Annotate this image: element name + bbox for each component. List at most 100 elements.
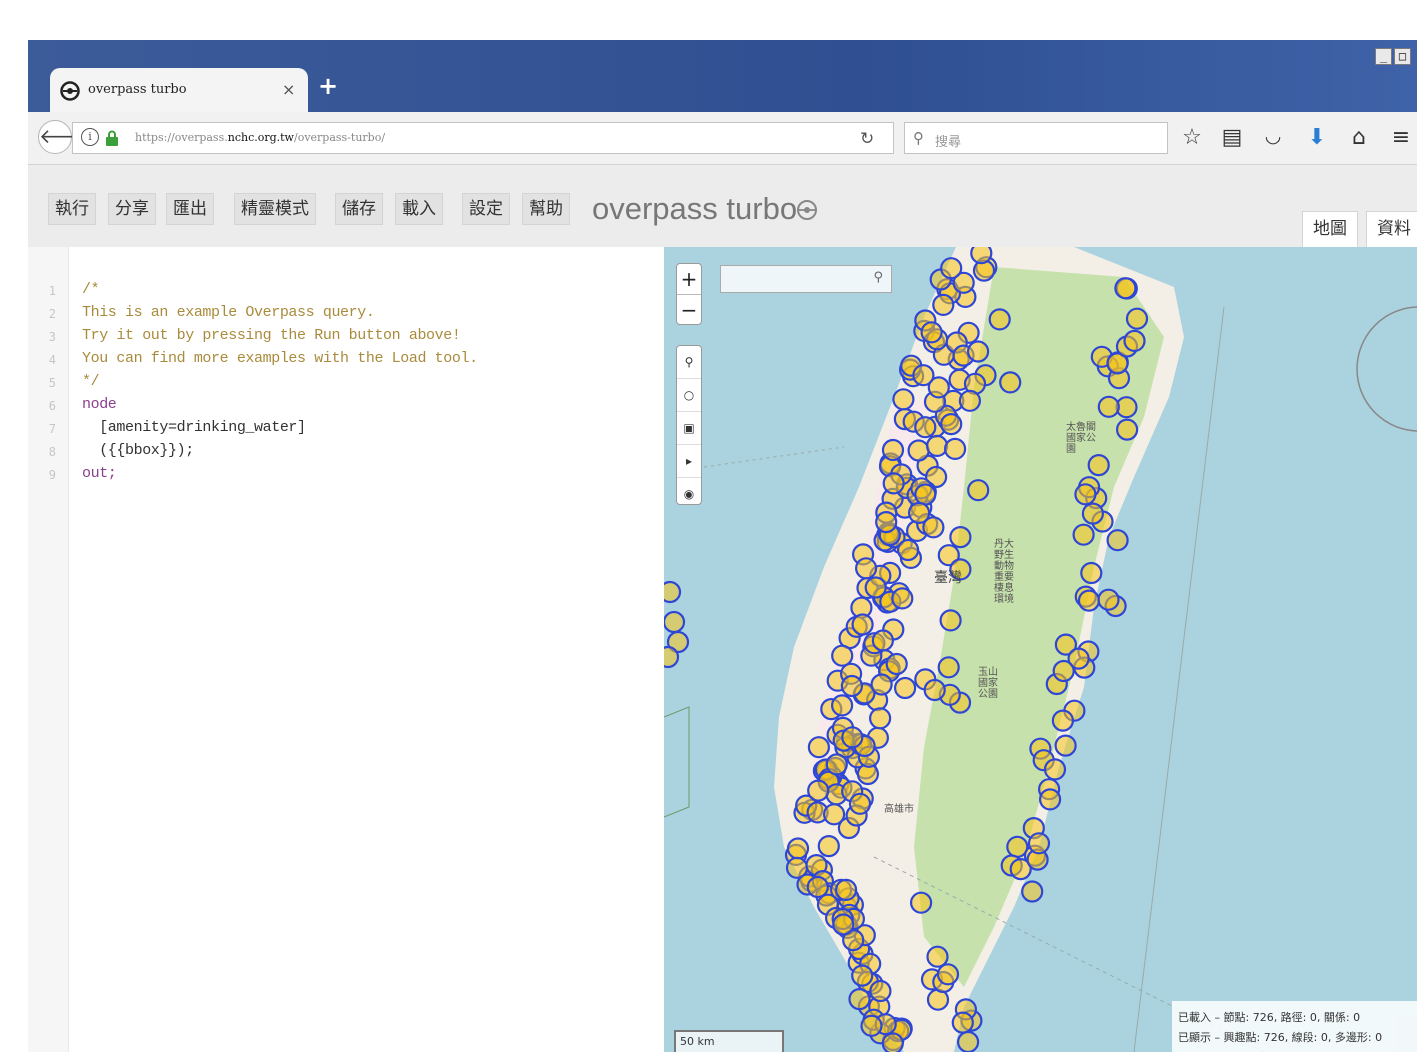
poi-marker[interactable] [848, 987, 871, 1011]
poi-marker[interactable] [1081, 502, 1104, 525]
star-icon[interactable]: ☆ [1179, 125, 1205, 150]
run-button[interactable]: 執行 [48, 193, 96, 225]
poi-marker[interactable] [922, 516, 945, 539]
url-bar[interactable]: i https://overpass.nchc.org.tw/overpass-… [72, 122, 894, 154]
poi-marker[interactable] [914, 416, 937, 439]
poi-marker[interactable] [881, 1032, 904, 1052]
poi-marker[interactable] [882, 472, 905, 495]
poi-marker[interactable] [869, 707, 892, 730]
export-button[interactable]: 匯出 [166, 193, 214, 225]
poi-marker[interactable] [949, 526, 972, 549]
poi-marker[interactable] [1051, 709, 1074, 732]
maximize-button[interactable]: □ [1394, 48, 1411, 65]
poi-marker[interactable] [831, 644, 854, 667]
poi-marker[interactable] [1043, 758, 1067, 781]
poi-marker[interactable] [1116, 418, 1139, 441]
locate-icon[interactable]: ○ [677, 379, 701, 412]
play-icon[interactable]: ▸ [677, 445, 701, 478]
zoom-to-data-icon[interactable]: ⚲ [677, 346, 701, 379]
poi-marker[interactable] [840, 674, 863, 698]
tab-map[interactable]: 地圖 [1302, 211, 1358, 247]
poi-marker[interactable] [832, 913, 855, 936]
zoom-in-button[interactable]: + [677, 264, 701, 295]
help-button[interactable]: 幫助 [522, 193, 570, 225]
poi-marker[interactable] [1054, 734, 1077, 757]
menu-icon[interactable]: ≡ [1388, 125, 1414, 150]
poi-marker[interactable] [1080, 561, 1103, 585]
poi-marker[interactable] [1052, 659, 1075, 683]
poi-marker[interactable] [891, 587, 914, 610]
poi-marker[interactable] [926, 434, 949, 457]
back-button[interactable]: 🡐 [38, 120, 93, 154]
map-search-input[interactable]: ⚲ [720, 265, 892, 293]
poi-marker[interactable] [664, 610, 686, 634]
poi-marker[interactable] [825, 753, 848, 776]
poi-marker[interactable] [786, 837, 810, 860]
poi-marker[interactable] [910, 891, 933, 914]
poi-marker[interactable] [1123, 329, 1146, 353]
poi-marker[interactable] [1125, 307, 1149, 330]
download-icon[interactable]: ⬇ [1304, 125, 1330, 150]
poi-marker[interactable] [807, 779, 830, 802]
poi-marker[interactable] [920, 321, 943, 344]
poi-marker[interactable] [957, 1030, 980, 1052]
poi-marker[interactable] [885, 652, 908, 676]
poi-marker[interactable] [881, 438, 905, 462]
reading-list-icon[interactable]: ▤ [1219, 125, 1245, 150]
poi-marker[interactable] [871, 629, 894, 652]
poi-marker[interactable] [1072, 523, 1095, 546]
reload-icon[interactable]: ↻ [860, 129, 874, 149]
poi-marker[interactable] [951, 1011, 974, 1034]
map-canvas[interactable] [664, 247, 1417, 1052]
poi-marker[interactable] [988, 308, 1011, 331]
pocket-icon[interactable]: ◡ [1260, 125, 1286, 147]
poi-marker[interactable] [892, 388, 915, 411]
poi-marker[interactable] [940, 413, 963, 436]
poi-marker[interactable] [860, 1014, 883, 1037]
poi-marker[interactable] [940, 257, 963, 280]
poi-marker[interactable] [1097, 588, 1120, 611]
poi-marker[interactable] [841, 726, 864, 749]
poi-marker[interactable] [851, 613, 874, 636]
site-info-icon[interactable]: i [81, 128, 99, 146]
poi-marker[interactable] [855, 557, 878, 580]
poi-marker[interactable] [1021, 880, 1044, 903]
fullscreen-icon[interactable]: ▣ [677, 412, 701, 445]
query-editor[interactable]: 1 2 3 4 5 6 7 8 9 /* This is an example … [28, 247, 664, 1052]
poi-marker[interactable] [851, 964, 874, 987]
poi-marker[interactable] [1087, 454, 1110, 477]
poi-marker[interactable] [664, 645, 680, 669]
minimize-button[interactable]: _ [1375, 48, 1392, 65]
zoom-out-button[interactable]: − [677, 295, 701, 325]
poi-marker[interactable] [967, 340, 990, 363]
poi-marker[interactable] [848, 792, 872, 815]
poi-marker[interactable] [1027, 832, 1051, 855]
share-button[interactable]: 分享 [108, 193, 156, 225]
poi-marker[interactable] [958, 389, 981, 412]
poi-marker[interactable] [1077, 589, 1101, 612]
poi-marker[interactable] [823, 803, 846, 826]
poi-marker[interactable] [664, 580, 682, 604]
poi-marker[interactable] [875, 511, 898, 534]
poi-marker[interactable] [807, 736, 830, 759]
poi-marker[interactable] [1039, 788, 1062, 811]
poi-marker[interactable] [831, 694, 854, 717]
poi-marker[interactable] [894, 676, 917, 700]
poi-marker[interactable] [932, 293, 955, 317]
poi-marker[interactable] [869, 979, 892, 1003]
browser-tab[interactable]: overpass turbo × [50, 68, 308, 114]
poi-marker[interactable] [897, 538, 920, 562]
poi-marker[interactable] [970, 247, 993, 265]
poi-marker[interactable] [817, 834, 840, 858]
poi-marker[interactable] [926, 945, 949, 968]
poi-marker[interactable] [914, 483, 937, 506]
settings-button[interactable]: 設定 [462, 193, 510, 225]
poi-marker[interactable] [1097, 395, 1120, 418]
poi-marker[interactable] [870, 673, 893, 696]
search-bar[interactable]: ⚲ 搜尋 [904, 122, 1168, 154]
poi-marker[interactable] [944, 437, 967, 460]
poi-marker[interactable] [923, 678, 946, 702]
poi-marker[interactable] [1106, 529, 1129, 552]
poi-marker[interactable] [1074, 483, 1097, 506]
close-tab-icon[interactable]: × [282, 80, 295, 99]
